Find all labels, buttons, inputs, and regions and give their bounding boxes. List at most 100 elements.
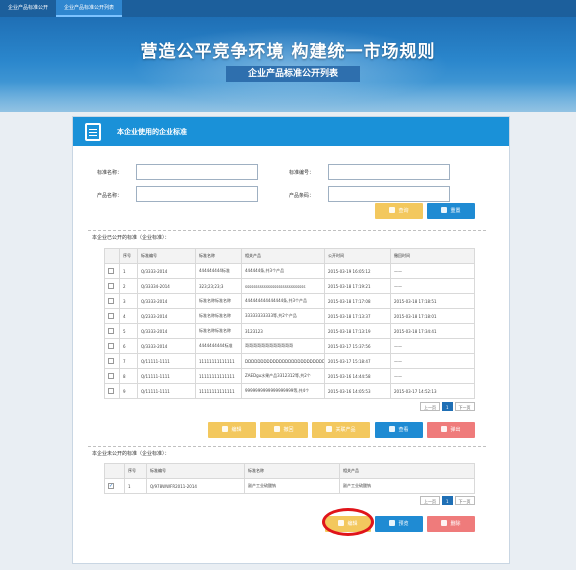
cell: Q/11111-1111	[137, 383, 196, 399]
row-checkbox[interactable]	[108, 328, 114, 334]
private-delete-button[interactable]: 删除	[427, 516, 475, 532]
query-button[interactable]: 查询	[375, 203, 423, 219]
table-row[interactable]: 1 Q/978WWFR2011-2014 副产工业硫酸钠 副产工业硫酸钠	[104, 478, 475, 494]
cell: Q/33334-2014	[137, 278, 196, 294]
public-section-title: 本企业已公开的标准（企业标准）：	[92, 235, 170, 241]
std-code-input[interactable]	[328, 164, 450, 180]
cell: 3123123	[241, 323, 325, 339]
std-name-input[interactable]	[136, 164, 258, 180]
cell: ——	[390, 263, 475, 279]
cell: Q/978WWFR2011-2014	[146, 478, 245, 494]
row-checkbox[interactable]	[108, 343, 114, 349]
col-header: 序号	[119, 248, 138, 264]
cell: 11111111111111	[195, 353, 242, 369]
cell: 2015-03-18 17:13:19	[324, 323, 391, 339]
table-row[interactable]: 4 Q/2333-2014 标准名称标准名称 33333333333等,共2个产…	[104, 308, 475, 324]
row-checkbox[interactable]	[108, 283, 114, 289]
cell: ZAEDgu水果产品3312312等,共2个	[241, 368, 325, 384]
cancel-button[interactable]: 撤回	[260, 422, 308, 438]
row-checkbox[interactable]	[108, 358, 114, 364]
cell: 1	[124, 478, 147, 494]
cell: 7	[119, 353, 138, 369]
cell: DDDDDDDDDDDDDDDDDDDDDDDDDDD	[241, 353, 325, 369]
delete-button[interactable]: 弹出	[427, 422, 475, 438]
view-icon	[389, 426, 396, 432]
private-pager: 上一页 1 下一页	[420, 496, 475, 505]
row-checkbox[interactable]	[108, 388, 114, 394]
cell: 444444444标准	[195, 263, 242, 279]
cell: 哥哥哥哥哥哥哥哥哥哥哥哥	[241, 338, 325, 354]
cell: 4	[119, 308, 138, 324]
cell: 2015-03-17 15:37:56	[324, 338, 391, 354]
cell: 2015-03-16 14:44:58	[324, 368, 391, 384]
private-section-title: 本企业未公开的标准（企业标准）：	[92, 451, 170, 457]
pencil-icon	[326, 426, 333, 432]
banner-title: 营造公平竞争环境 构建统一市场规则	[140, 42, 436, 62]
table-row[interactable]: 3 Q/3333-2014 标准名称标准名称 444444444444444条,…	[104, 293, 475, 309]
select-col-header	[104, 463, 125, 479]
table-row[interactable]: 2 Q/33334-2014 323;23;23;3 sssssssssssss…	[104, 278, 475, 294]
search-icon	[389, 207, 396, 213]
table-row[interactable]: 6 Q/3333-2014 4444444444标准 哥哥哥哥哥哥哥哥哥哥哥哥 …	[104, 338, 475, 354]
cell: 8	[119, 368, 138, 384]
cell: 2015-03-18 17:17:08	[324, 293, 391, 309]
row-checkbox[interactable]	[108, 313, 114, 319]
cell: 323;23;23;3	[195, 278, 242, 294]
cell: 2015-03-18 17:34:41	[390, 323, 475, 339]
cell: 2015-03-18 17:18:01	[390, 308, 475, 324]
table-row[interactable]: 5 Q/3333-2014 标准名称标准名称 3123123 2015-03-1…	[104, 323, 475, 339]
cell: 11111111111111	[195, 368, 242, 384]
pager-current[interactable]: 1	[442, 496, 453, 505]
view-button[interactable]: 查看	[375, 422, 423, 438]
table-row[interactable]: 7 Q/11111-1111 11111111111111 DDDDDDDDDD…	[104, 353, 475, 369]
col-header: 相关产品	[241, 248, 325, 264]
edit-button[interactable]: 编辑	[208, 422, 256, 438]
cell: 2015-03-17 14:52:13	[390, 383, 475, 399]
pager-current[interactable]: 1	[442, 402, 453, 411]
cell: 标准名称标准名称	[195, 293, 242, 309]
col-header: 标准编号	[137, 248, 196, 264]
reset-button[interactable]: 重置	[427, 203, 475, 219]
table-row[interactable]: 1 Q/3333-2014 444444444标准 444444条,共3个产品 …	[104, 263, 475, 279]
cell: 9999999999999999999等,共4个	[241, 383, 325, 399]
std-code-label: 标准编号：	[289, 170, 315, 176]
pager-next[interactable]: 下一页	[454, 496, 475, 505]
product-name-label: 产品名称：	[97, 193, 123, 199]
cell: sssssssssssssssssssssssssssss	[241, 278, 325, 294]
tab-standard-publish-list[interactable]: 企业产品标准公开列表	[56, 0, 123, 17]
table-row[interactable]: 9 Q/11111-1111 11111111111111 9999999999…	[104, 383, 475, 399]
banner: 营造公平竞争环境 构建统一市场规则 企业产品标准公开列表	[0, 17, 576, 112]
trash-icon	[441, 426, 448, 432]
preview-button[interactable]: 预览	[375, 516, 423, 532]
row-checkbox[interactable]	[108, 298, 114, 304]
table-header-row: 序号 标准编号 标准名称 相关产品	[104, 463, 475, 479]
cell: Q/3333-2014	[137, 323, 196, 339]
product-code-input[interactable]	[328, 186, 450, 202]
pager-prev[interactable]: 上一页	[420, 402, 440, 411]
cell: 标准名称标准名称	[195, 308, 242, 324]
row-checkbox[interactable]	[108, 373, 114, 379]
banner-subtitle: 企业产品标准公开列表	[226, 66, 360, 82]
cell: 标准名称标准名称	[195, 323, 242, 339]
cell: 2015-03-18 17:19:21	[324, 278, 391, 294]
cell: Q/11111-1111	[137, 353, 196, 369]
col-header: 标准编号	[146, 463, 245, 479]
release-product-button[interactable]: 关联产品	[312, 422, 370, 438]
pager-prev[interactable]: 上一页	[420, 496, 440, 505]
public-pager: 上一页 1 下一页	[420, 402, 475, 411]
cell: Q/3333-2014	[137, 263, 196, 279]
cell: Q/11111-1111	[137, 368, 196, 384]
product-name-input[interactable]	[136, 186, 258, 202]
cell: ——	[390, 353, 475, 369]
view-icon	[389, 520, 396, 526]
pager-next[interactable]: 下一页	[454, 402, 475, 411]
cell: Q/3333-2014	[137, 293, 196, 309]
table-row[interactable]: 8 Q/11111-1111 11111111111111 ZAEDgu水果产品…	[104, 368, 475, 384]
private-standards-table: 序号 标准编号 标准名称 相关产品 1 Q/978WWFR2011-2014 副…	[104, 463, 475, 494]
row-checkbox[interactable]	[108, 483, 114, 489]
col-header: 公开时间	[324, 248, 391, 264]
row-checkbox[interactable]	[108, 268, 114, 274]
tab-standard-publish[interactable]: 企业产品标准公开	[0, 0, 56, 17]
col-header: 标准名称	[244, 463, 340, 479]
product-code-label: 产品条码：	[289, 193, 315, 199]
